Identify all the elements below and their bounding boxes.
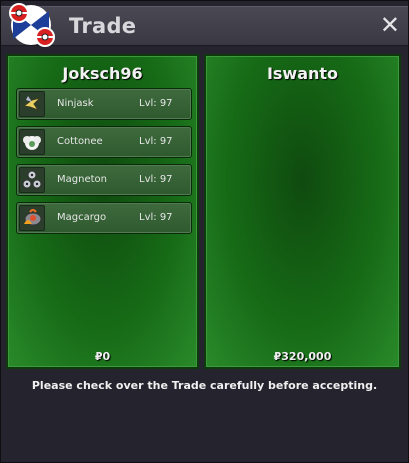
trade-logo-icon — [9, 3, 55, 47]
trade-notice: Please check over the Trade carefully be… — [31, 379, 378, 392]
right-money: ₽320,000 — [273, 350, 332, 363]
right-player-name: Iswanto — [266, 64, 339, 83]
left-player-name: Joksch96 — [62, 64, 143, 83]
cottonee-icon — [19, 129, 45, 155]
window-title: Trade — [69, 14, 137, 38]
item-name: Cottonee — [57, 136, 103, 147]
item-name: Magneton — [57, 174, 107, 185]
trade-window: Trade ✕ Joksch96 Ninjask Lvl: 97 Cottone… — [0, 0, 409, 463]
magcargo-icon — [19, 205, 45, 231]
right-trade-panel: Iswanto ₽320,000 — [204, 54, 401, 369]
trade-item[interactable]: Magneton Lvl: 97 — [16, 164, 192, 196]
trade-item[interactable]: Ninjask Lvl: 97 — [16, 88, 192, 120]
item-name: Magcargo — [57, 212, 107, 223]
trade-item[interactable]: Magcargo Lvl: 97 — [16, 202, 192, 234]
item-level: Lvl: 97 — [139, 174, 173, 185]
trade-item[interactable]: Cottonee Lvl: 97 — [16, 126, 192, 158]
item-name: Ninjask — [57, 98, 94, 109]
item-level: Lvl: 97 — [139, 136, 173, 147]
left-trade-panel: Joksch96 Ninjask Lvl: 97 Cottonee Lvl: 9… — [6, 54, 199, 369]
left-money: ₽0 — [94, 350, 111, 363]
magneton-icon — [19, 167, 45, 193]
item-level: Lvl: 97 — [139, 98, 173, 109]
ninjask-icon — [19, 91, 45, 117]
close-button[interactable]: ✕ — [380, 11, 400, 39]
item-level: Lvl: 97 — [139, 212, 173, 223]
